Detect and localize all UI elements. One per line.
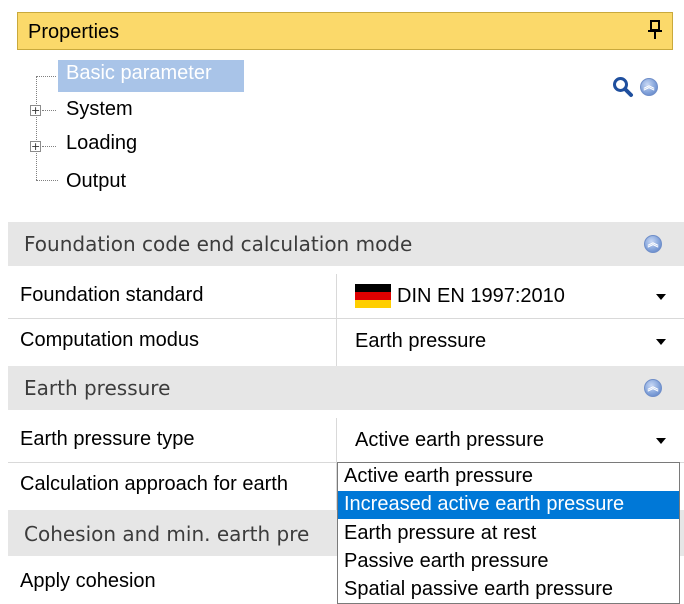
property-value: Active earth pressure: [355, 429, 544, 451]
tree-connector: [36, 180, 58, 181]
tree-connector: [42, 110, 56, 111]
section-title: Cohesion and min. earth pre: [24, 522, 310, 546]
tree-node-output[interactable]: Output: [66, 170, 126, 193]
property-label: Apply cohesion: [20, 570, 156, 592]
dropdown-option[interactable]: Passive earth pressure: [338, 548, 679, 576]
chevron-down-icon[interactable]: [656, 294, 666, 300]
section-title: Earth pressure: [24, 376, 171, 400]
computation-modus-select[interactable]: Earth pressure: [337, 319, 684, 363]
column-divider: [336, 274, 337, 366]
dropdown-option-highlighted[interactable]: Increased active earth pressure: [338, 491, 679, 519]
collapse-icon[interactable]: ︽: [644, 379, 662, 397]
row-foundation-standard: Foundation standard DIN EN 1997:2010: [8, 274, 684, 318]
dropdown-option[interactable]: Active earth pressure: [338, 463, 679, 491]
section-foundation-code[interactable]: Foundation code end calculation mode ︽: [8, 222, 684, 266]
expand-system-icon[interactable]: +: [30, 105, 41, 116]
foundation-standard-select[interactable]: DIN EN 1997:2010: [337, 274, 684, 318]
collapse-icon[interactable]: ︽: [644, 235, 662, 253]
tree-node-loading[interactable]: Loading: [66, 132, 137, 155]
tree-connector: [42, 146, 56, 147]
property-label: Earth pressure type: [20, 428, 195, 450]
tree-node-basic-parameter[interactable]: Basic parameter: [58, 60, 244, 92]
tree-node-system[interactable]: System: [66, 98, 133, 121]
row-computation-modus: Computation modus Earth pressure: [8, 319, 684, 363]
tree-connector: [36, 76, 37, 180]
expand-loading-icon[interactable]: +: [30, 141, 41, 152]
section-title: Foundation code end calculation mode: [24, 232, 413, 256]
chevron-down-icon[interactable]: [656, 438, 666, 444]
dropdown-option[interactable]: Spatial passive earth pressure: [338, 576, 679, 603]
property-label: Foundation standard: [20, 284, 204, 306]
tree-connector: [36, 76, 56, 77]
property-value: DIN EN 1997:2010: [397, 285, 565, 307]
german-flag-icon: [355, 284, 391, 313]
section-earth-pressure[interactable]: Earth pressure ︽: [8, 366, 684, 410]
tree-node-label: Basic parameter: [66, 62, 212, 84]
property-value: Earth pressure: [355, 330, 487, 352]
properties-title-bar: Properties: [17, 12, 673, 50]
earth-pressure-type-select[interactable]: Active earth pressure: [337, 418, 684, 462]
pin-icon[interactable]: [648, 20, 662, 46]
panel-title: Properties: [28, 21, 120, 43]
property-label: Calculation approach for earth: [20, 473, 288, 495]
chevron-down-icon[interactable]: [656, 339, 666, 345]
dropdown-option[interactable]: Earth pressure at rest: [338, 520, 679, 548]
earth-pressure-type-dropdown[interactable]: Active earth pressure Increased active e…: [337, 462, 680, 604]
collapse-all-icon[interactable]: ︽: [640, 78, 658, 96]
search-icon[interactable]: [612, 76, 634, 103]
row-earth-pressure-type: Earth pressure type Active earth pressur…: [8, 418, 684, 462]
property-label: Computation modus: [20, 329, 199, 351]
